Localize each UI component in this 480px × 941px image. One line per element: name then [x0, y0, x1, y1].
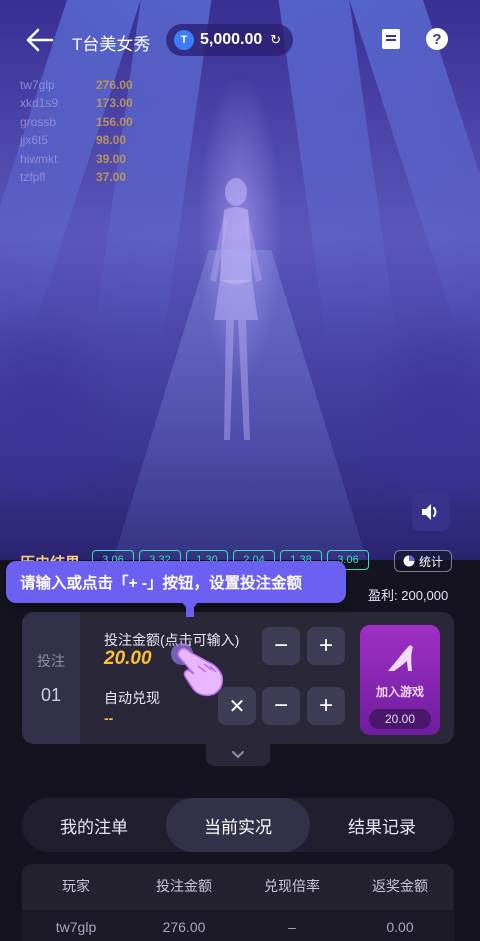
overlay-row: tzfpfl 37.00: [20, 170, 127, 185]
bet-slot: 投注 01: [22, 612, 80, 744]
amount-decrease-button[interactable]: −: [262, 627, 300, 665]
overlay-row: jjx6t5 98.00: [20, 133, 127, 148]
tab-my-bets[interactable]: 我的注单: [22, 798, 166, 852]
amount-increase-button[interactable]: +: [307, 627, 345, 665]
coin-icon: T: [174, 30, 194, 50]
back-arrow-icon[interactable]: [24, 26, 54, 54]
tab-live[interactable]: 当前实况: [166, 798, 310, 852]
game-title: T台美女秀: [72, 35, 151, 54]
chevron-down-icon: [232, 751, 244, 759]
slot-number: 01: [40, 684, 62, 705]
cashout-decrease-button[interactable]: −: [262, 687, 300, 725]
bet-amount-cell: 276.00: [162, 919, 206, 935]
pie-chart-icon: [403, 555, 415, 567]
tooltip-arrow: [180, 600, 200, 612]
balance-value: 5,000.00: [200, 31, 263, 48]
profit-value: 200,000: [401, 588, 449, 603]
guide-tooltip: 请输入或点击「+ -」按钮，设置投注金额: [6, 561, 346, 603]
auto-cashout-input[interactable]: --: [104, 710, 113, 726]
bet-panel: 投注 01 投注金额(点击可输入) 20.00 − + 自动兑现 -- ✕ − …: [22, 612, 454, 744]
view-tabs: 我的注单 当前实况 结果记录: [22, 798, 454, 852]
bet-amount-input[interactable]: 20.00: [104, 648, 152, 670]
svg-text:?: ?: [432, 31, 441, 48]
refresh-icon[interactable]: ↻: [270, 32, 281, 48]
column-header: 返奖金额: [372, 878, 428, 894]
auto-cashout-label: 自动兑现: [104, 690, 160, 706]
table-row: tw7glp 276.00 – 0.00: [22, 910, 454, 941]
multiplier-cell: –: [288, 919, 296, 935]
stats-label: 统计: [419, 554, 444, 569]
max-profit: 盈利: 200,000: [368, 585, 448, 604]
balance-pill[interactable]: T 5,000.00 ↻: [166, 24, 294, 56]
help-icon[interactable]: ?: [425, 27, 449, 51]
audience-right: [350, 300, 480, 500]
overlay-row: tw7glp 276.00: [20, 78, 133, 92]
runway-model-figure: [210, 178, 262, 440]
overlay-row: xkd1s9 173.00: [20, 96, 133, 111]
top-bar: T台美女秀 T 5,000.00 ↻ ?: [0, 0, 480, 80]
audience-left: [0, 300, 130, 500]
rules-book-icon[interactable]: [379, 27, 403, 51]
column-header: 玩家: [62, 878, 90, 894]
column-header: 投注金额: [156, 878, 212, 894]
expand-panel-button[interactable]: [206, 744, 270, 766]
sound-toggle-button[interactable]: [412, 493, 450, 531]
tab-results[interactable]: 结果记录: [310, 798, 454, 852]
bet-amount-label: 投注金额(点击可输入): [104, 632, 240, 648]
player-cell: tw7glp: [55, 919, 97, 935]
cashout-increase-button[interactable]: +: [307, 687, 345, 725]
slot-label: 投注: [37, 652, 65, 669]
live-bets-overlay: tw7glp 276.00 xkd1s9 173.00 grossb 156.00 j…: [20, 76, 133, 186]
live-bets-table: 玩家 投注金额 兑现倍率 返奖金额 tw7glp 276.00 – 0.00: [22, 864, 454, 941]
clear-cashout-button[interactable]: ✕: [218, 687, 256, 725]
table-header: 玩家 投注金额 兑现倍率 返奖金额: [22, 864, 454, 908]
profit-label: 盈利:: [368, 588, 398, 603]
overlay-row: grossb 156.00: [20, 114, 133, 129]
speaker-icon: [422, 504, 437, 520]
payout-cell: 0.00: [386, 919, 414, 935]
join-game-amount: 20.00: [369, 709, 431, 729]
stats-button[interactable]: 统计: [394, 550, 453, 572]
overlay-row: hiwmkt 39.00: [20, 151, 127, 166]
join-game-button[interactable]: 加入游戏 20.00: [360, 625, 440, 735]
high-heel-icon: [388, 645, 413, 671]
join-game-label: 加入游戏: [375, 685, 424, 699]
column-header: 兑现倍率: [264, 878, 320, 894]
